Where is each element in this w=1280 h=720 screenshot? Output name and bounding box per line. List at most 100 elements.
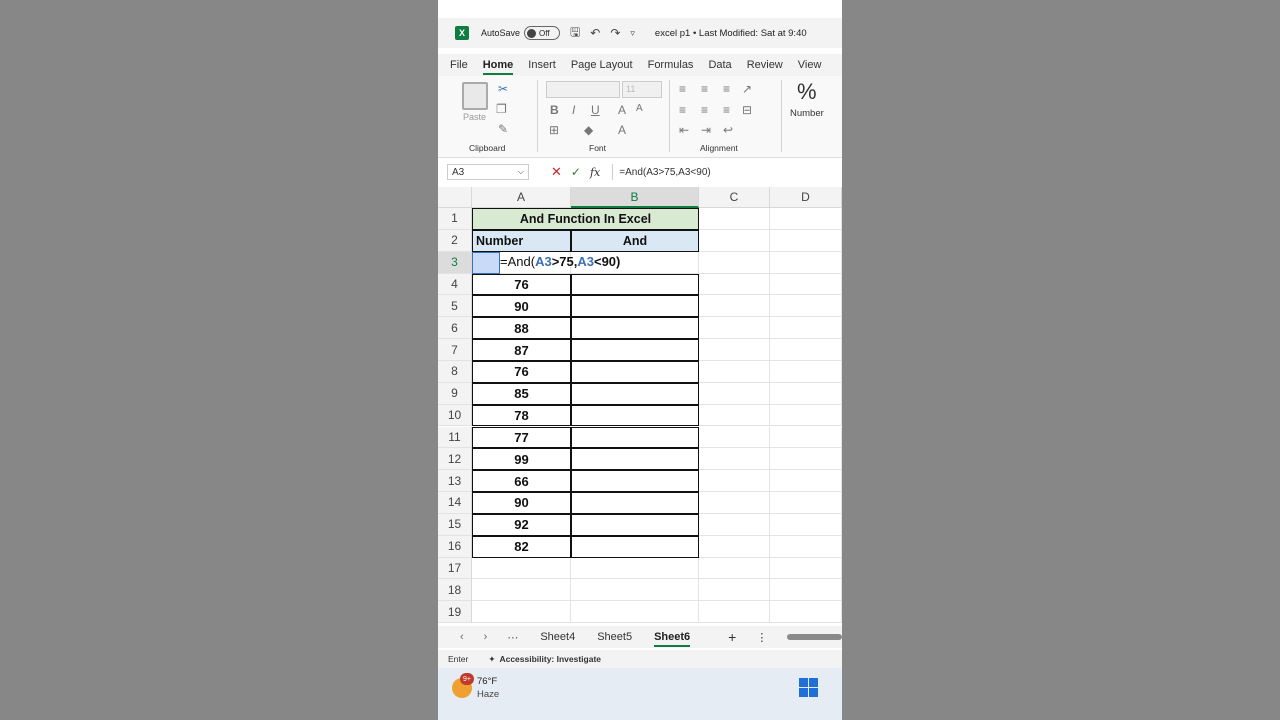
and-result-cell[interactable] <box>571 426 699 449</box>
cell[interactable] <box>472 601 571 624</box>
cell[interactable] <box>699 208 770 230</box>
column-header-d[interactable]: D <box>770 187 842 208</box>
and-result-cell[interactable] <box>571 535 699 558</box>
cell[interactable] <box>699 513 770 536</box>
and-result-cell[interactable] <box>571 382 699 405</box>
row-header-12[interactable]: 12 <box>438 448 472 471</box>
cell[interactable] <box>770 535 842 558</box>
merge-center-icon[interactable]: ⊟ <box>742 103 752 117</box>
cell[interactable] <box>770 579 842 602</box>
align-right-icon[interactable]: ≡ <box>723 103 730 117</box>
and-result-cell[interactable] <box>571 273 699 296</box>
cell[interactable] <box>770 229 842 252</box>
tab-file[interactable]: File <box>450 59 468 71</box>
cell[interactable] <box>699 229 770 252</box>
underline-icon[interactable]: U <box>591 103 600 117</box>
row-header-9[interactable]: 9 <box>438 382 472 405</box>
cell[interactable] <box>699 360 770 383</box>
row-header-1[interactable]: 1 <box>438 208 472 230</box>
row-header-2[interactable]: 2 <box>438 229 472 252</box>
format-painter-icon[interactable]: ✎ <box>498 122 508 136</box>
align-middle-icon[interactable]: ≡ <box>701 82 708 96</box>
tab-home[interactable]: Home <box>482 59 513 75</box>
cell[interactable] <box>699 426 770 449</box>
number-group-label[interactable]: Number <box>790 108 824 119</box>
column-header-b[interactable]: B <box>571 187 699 208</box>
increase-indent-icon[interactable]: ⇥ <box>701 123 711 137</box>
row-header-14[interactable]: 14 <box>438 492 472 514</box>
cell[interactable] <box>699 382 770 405</box>
number-cell[interactable]: 85 <box>472 382 571 405</box>
formula-input[interactable]: =And(A3>75,A3<90) <box>612 164 842 180</box>
number-cell[interactable]: 90 <box>472 295 571 318</box>
row-header-13[interactable]: 13 <box>438 470 472 493</box>
and-result-cell[interactable] <box>571 513 699 536</box>
row-header-8[interactable]: 8 <box>438 360 472 383</box>
cell[interactable] <box>770 601 842 624</box>
cell[interactable] <box>770 317 842 340</box>
header-and-cell[interactable]: And <box>571 229 699 252</box>
windows-start-icon[interactable] <box>799 678 818 697</box>
cell-edit-formula[interactable]: =And(A3>75,A3<90) <box>500 254 620 269</box>
number-cell[interactable]: 87 <box>472 339 571 361</box>
number-cell[interactable]: 82 <box>472 535 571 558</box>
accessibility-icon[interactable]: ✦ <box>488 654 495 665</box>
cell[interactable] <box>699 557 770 580</box>
and-result-cell[interactable] <box>571 317 699 340</box>
next-sheet-icon[interactable]: › <box>484 631 488 643</box>
number-cell[interactable]: 92 <box>472 513 571 536</box>
cell[interactable] <box>699 492 770 514</box>
copy-icon[interactable]: ❐ <box>496 102 507 116</box>
number-cell[interactable]: 88 <box>472 317 571 340</box>
number-cell[interactable]: 66 <box>472 470 571 493</box>
number-cell[interactable]: 90 <box>472 492 571 514</box>
cell[interactable] <box>770 470 842 493</box>
sheet-title-cell[interactable]: And Function In Excel <box>472 208 699 230</box>
cell[interactable] <box>699 251 770 274</box>
and-result-cell[interactable] <box>571 360 699 383</box>
row-header-7[interactable]: 7 <box>438 339 472 361</box>
orientation-icon[interactable]: ↗ <box>742 82 752 96</box>
align-left-icon[interactable]: ≡ <box>679 103 686 117</box>
decrease-font-icon[interactable]: A <box>636 103 643 114</box>
cell[interactable] <box>770 208 842 230</box>
row-header-15[interactable]: 15 <box>438 513 472 536</box>
font-size-box[interactable]: 11 <box>622 81 662 98</box>
cell[interactable] <box>699 339 770 361</box>
and-result-cell[interactable] <box>571 339 699 361</box>
sheet-tab-sheet5[interactable]: Sheet5 <box>597 631 632 643</box>
align-top-icon[interactable]: ≡ <box>679 82 686 96</box>
number-cell[interactable]: 99 <box>472 448 571 471</box>
cell[interactable] <box>770 492 842 514</box>
cell[interactable] <box>571 557 699 580</box>
active-cell-a3[interactable] <box>472 251 500 274</box>
autosave-toggle[interactable]: Off <box>524 26 561 40</box>
and-result-cell[interactable] <box>571 448 699 471</box>
cell[interactable] <box>699 404 770 427</box>
cell[interactable] <box>770 426 842 449</box>
row-header-11[interactable]: 11 <box>438 426 472 449</box>
undo-icon[interactable]: ↶ <box>590 26 600 40</box>
customize-quick-access-icon[interactable]: ▿ <box>630 28 635 39</box>
insert-function-icon[interactable]: fx <box>590 166 600 179</box>
horizontal-scrollbar[interactable] <box>787 634 842 640</box>
bold-icon[interactable]: B <box>550 103 559 117</box>
align-center-icon[interactable]: ≡ <box>701 103 708 117</box>
tab-view[interactable]: View <box>798 59 822 71</box>
borders-icon[interactable]: ⊞ <box>549 123 559 137</box>
increase-font-icon[interactable]: A <box>618 103 626 117</box>
align-bottom-icon[interactable]: ≡ <box>723 82 730 96</box>
cell[interactable] <box>571 579 699 602</box>
cell[interactable] <box>770 557 842 580</box>
add-sheet-icon[interactable]: + <box>728 629 736 645</box>
accessibility-status[interactable]: Accessibility: Investigate <box>499 654 601 664</box>
cell[interactable] <box>770 251 842 274</box>
cell[interactable] <box>770 382 842 405</box>
header-number-cell[interactable]: Number <box>472 229 571 252</box>
row-header-3[interactable]: 3 <box>438 251 472 274</box>
enter-icon[interactable]: ✓ <box>571 165 581 179</box>
row-header-10[interactable]: 10 <box>438 404 472 427</box>
cell[interactable] <box>472 557 571 580</box>
sheet-tab-sheet4[interactable]: Sheet4 <box>540 631 575 643</box>
more-sheets-icon[interactable]: ⋯ <box>507 631 518 644</box>
